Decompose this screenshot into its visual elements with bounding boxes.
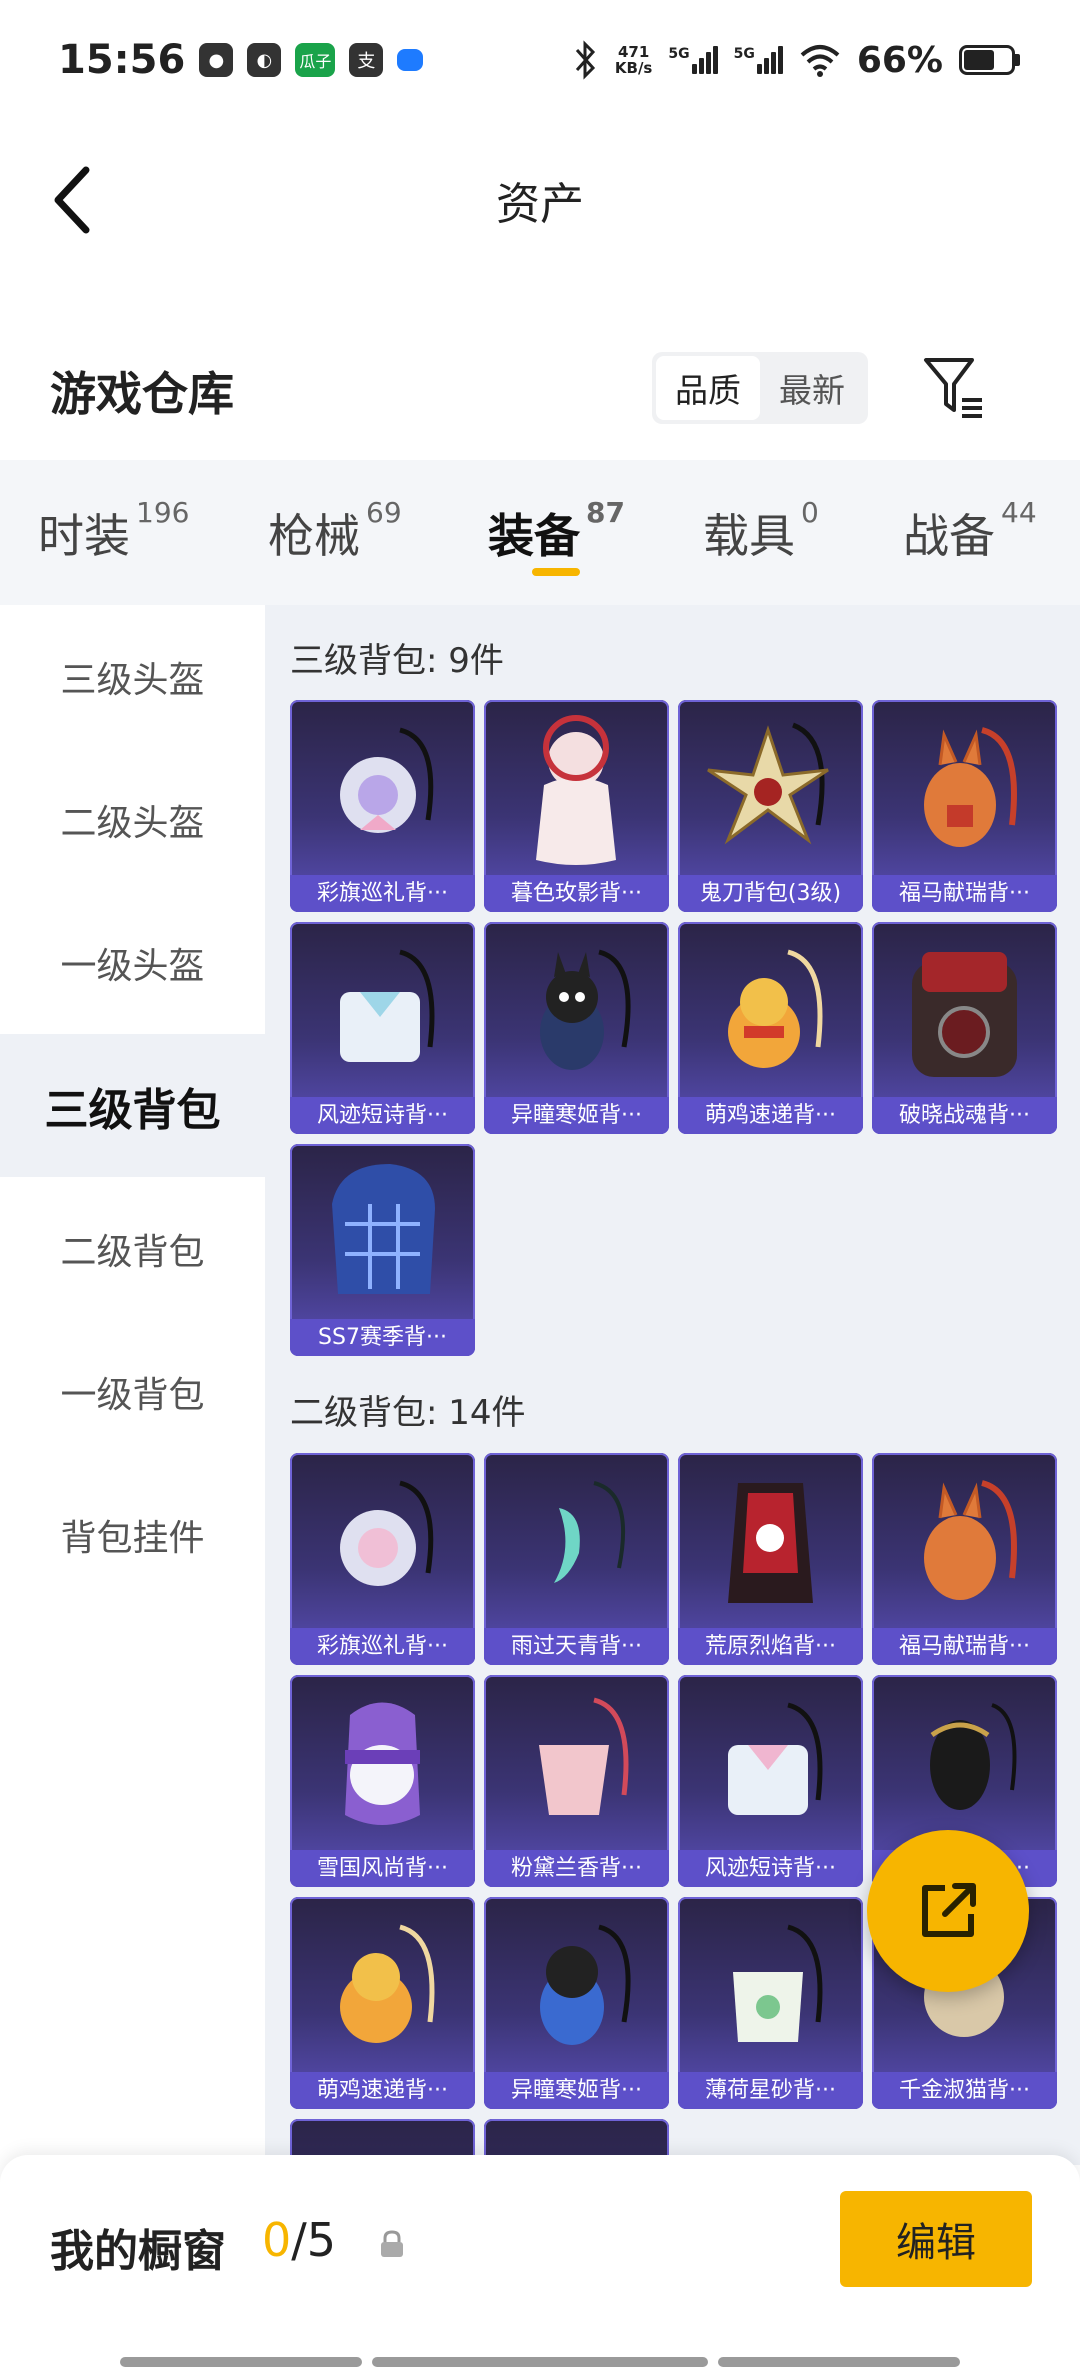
wifi-icon [800, 45, 840, 77]
clock: 15:56 [58, 37, 186, 83]
backpack-icon [345, 1702, 420, 1825]
category-tabs: 时装 196 枪械 69 装备 87 载具 0 战备 44 [0, 460, 1080, 605]
edit-button[interactable]: 编辑 [840, 2191, 1032, 2287]
item-card[interactable]: SS7赛季背··· [290, 1144, 475, 1356]
item-card[interactable]: 萌鸡速递背··· [290, 1897, 475, 2109]
sort-quality-button[interactable]: 品质 [656, 356, 760, 420]
sidebar-item-helmet-2[interactable]: 二级头盔 [0, 748, 265, 891]
backpack-icon [728, 1483, 813, 1603]
signal-icon: 5G [734, 46, 783, 74]
sort-latest-button[interactable]: 最新 [760, 356, 864, 420]
sidebar-item-backpack-2[interactable]: 二级背包 [0, 1177, 265, 1320]
item-card[interactable]: 异瞳寒姬背··· [484, 922, 669, 1134]
app-icon: ◐ [247, 43, 282, 77]
battery-text: 66% [856, 39, 943, 81]
bluetooth-icon [575, 40, 595, 80]
sort-toggle: 品质 最新 [652, 352, 868, 424]
item-card[interactable]: 雪国风尚背··· [290, 1675, 475, 1887]
item-card[interactable]: 粉黛兰香背··· [484, 1675, 669, 1887]
backpack-icon [707, 722, 829, 845]
app-header: 资产 [0, 120, 1080, 275]
page-title: 资产 [496, 179, 584, 230]
sidebar-item-helmet-1[interactable]: 一级头盔 [0, 891, 265, 1034]
network-speed: 471 KB/s [614, 43, 653, 77]
warehouse-title: 游戏仓库 [50, 367, 234, 421]
item-card[interactable]: 鬼刀背包(3级) [678, 700, 863, 912]
item-card[interactable]: 暮色玫影背··· [484, 700, 669, 912]
backpack-icon [340, 727, 434, 833]
gesture-bar [718, 2357, 960, 2367]
backpack-icon [728, 949, 823, 1068]
sidebar-item-backpack-1[interactable]: 一级背包 [0, 1320, 265, 1463]
sidebar-item-helmet-3[interactable]: 三级头盔 [0, 605, 265, 748]
signal-icon: 5G [668, 46, 718, 74]
backpack-icon [924, 1480, 1017, 1600]
group-title: 二级背包: 14件 [290, 1393, 526, 1433]
item-card[interactable]: 异瞳寒姬背··· [484, 1897, 669, 2109]
backpack-icon [924, 727, 1017, 847]
tab-vehicles[interactable]: 载具 0 [703, 496, 819, 566]
item-card[interactable]: 彩旗巡礼背··· [290, 700, 475, 912]
active-tab-indicator [532, 568, 580, 576]
backpack-icon [912, 952, 1017, 1077]
share-icon [922, 1883, 976, 1937]
item-card[interactable]: 福马献瑞背··· [872, 700, 1057, 912]
battery-icon [959, 45, 1020, 75]
backpack-icon [733, 1924, 823, 2042]
backpack-icon [554, 1481, 626, 1583]
backpack-icon [930, 1703, 1017, 1810]
item-card[interactable]: 风迹短诗背··· [290, 922, 475, 1134]
item-card[interactable]: 荒原烈焰背··· [678, 1453, 863, 1665]
tab-guns[interactable]: 枪械 69 [268, 496, 402, 566]
status-left: 15:56 ● ◐ 瓜子 支 [58, 37, 424, 83]
backpack-icon [332, 1164, 435, 1294]
showcase-bar: 我的橱窗 0/5 编辑 [0, 2155, 1080, 2376]
status-right: 471 KB/s 5G 5G 66% [573, 40, 1020, 81]
message-icon [397, 49, 424, 71]
item-card[interactable]: 福马献瑞背··· [872, 1453, 1057, 1665]
sidebar: 三级头盔 二级头盔 一级头盔 三级背包 二级背包 一级背包 背包挂件 [0, 605, 265, 2165]
item-card[interactable]: 雨过天青背··· [484, 1453, 669, 1665]
status-bar: 15:56 ● ◐ 瓜子 支 471 KB/s 5G 5G 66% [0, 0, 1080, 120]
tab-fashion[interactable]: 时装 196 [38, 496, 189, 566]
tab-supplies[interactable]: 战备 44 [903, 496, 1037, 566]
gesture-bar [372, 2357, 708, 2367]
sidebar-item-backpack-charms[interactable]: 背包挂件 [0, 1463, 265, 1606]
backpack-icon [539, 1697, 629, 1815]
item-card[interactable]: 彩旗巡礼背··· [290, 1453, 475, 1665]
wechat-icon: ● [199, 43, 234, 77]
guazi-icon: 瓜子 [295, 43, 336, 77]
item-card[interactable]: 薄荷星砂背··· [678, 1897, 863, 2109]
backpack-icon [340, 1924, 435, 2043]
alipay-icon: 支 [349, 43, 384, 77]
item-card[interactable]: 风迹短诗背··· [678, 1675, 863, 1887]
gesture-bar [120, 2357, 362, 2367]
showcase-label: 我的橱窗 [50, 2226, 226, 2277]
item-card[interactable]: 萌鸡速递背··· [678, 922, 863, 1134]
share-button[interactable] [867, 1830, 1029, 1992]
lock-icon [381, 2230, 403, 2257]
showcase-count: 0/5 [262, 2213, 337, 2267]
backpack-icon [340, 949, 435, 1062]
backpack-icon [536, 715, 616, 865]
filter-icon[interactable] [920, 352, 988, 424]
backpack-icon [340, 1480, 434, 1586]
backpack-icon [540, 949, 631, 1070]
backpack-icon [540, 1924, 631, 2045]
sidebar-item-backpack-3[interactable]: 三级背包 [0, 1034, 265, 1177]
backpack-icon [728, 1702, 823, 1815]
item-card[interactable]: 破晓战魂背··· [872, 922, 1057, 1134]
group-title: 三级背包: 9件 [290, 641, 504, 681]
tab-equipment[interactable]: 装备 87 [488, 496, 625, 566]
